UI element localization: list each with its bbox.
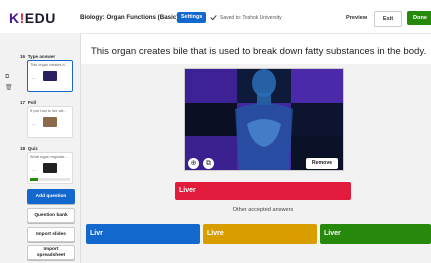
zoom-icon[interactable]: ⊕ <box>188 158 199 169</box>
alternative-answer-2[interactable]: Livre <box>203 224 317 244</box>
logo[interactable]: K!EDU <box>9 10 56 26</box>
slide-18-label: 18 Quiz <box>20 146 38 151</box>
thumbnail-image <box>43 163 57 173</box>
other-accepted-answers-label: Other accepted answers <box>232 207 294 213</box>
slide-thumbnail-17[interactable]: If you had to live wit... — <box>27 106 73 138</box>
correct-answer[interactable]: Liver <box>175 182 351 200</box>
saved-status: Saved to: Toshok University <box>220 14 282 21</box>
delete-icon[interactable]: 🗑 <box>5 84 13 91</box>
done-button[interactable]: Done <box>407 11 431 25</box>
add-question-button[interactable]: Add question <box>27 189 75 204</box>
anatomy-illustration <box>235 69 293 170</box>
crop-icon[interactable]: ⧉ <box>203 158 214 169</box>
top-bar: K!EDU Biology: Organ Functions (Basic) S… <box>0 0 431 34</box>
question-image[interactable] <box>184 68 344 171</box>
import-spreadsheet-button[interactable]: Import spreadsheet <box>27 245 75 260</box>
document-title[interactable]: Biology: Organ Functions (Basic) <box>80 14 178 21</box>
alternative-answer-1[interactable]: Livr <box>86 224 200 244</box>
question-bank-button[interactable]: Question bank <box>27 208 75 223</box>
slide-thumbnail-16[interactable]: This organ creates b... — <box>27 60 73 92</box>
question-text[interactable]: This organ creates bile that is used to … <box>86 46 431 57</box>
preview-button[interactable]: Preview <box>346 15 367 21</box>
thumbnail-image <box>43 71 57 81</box>
settings-button[interactable]: Settings <box>177 12 207 23</box>
duplicate-icon[interactable]: ⧉ <box>5 74 9 81</box>
exit-button[interactable]: Exit <box>374 11 402 27</box>
slide-thumbnail-18[interactable]: What organ regulate... — <box>27 152 73 184</box>
thumbnail-image <box>43 117 57 127</box>
remove-image-button[interactable]: Remove <box>306 158 338 169</box>
slide-17-label: 17 Poll <box>20 100 37 105</box>
slide-16-label: 16 Type answer <box>20 54 56 59</box>
alternative-answer-3[interactable]: Liver <box>320 224 431 244</box>
check-icon <box>210 15 217 21</box>
import-slides-button[interactable]: Import slides <box>27 227 75 242</box>
